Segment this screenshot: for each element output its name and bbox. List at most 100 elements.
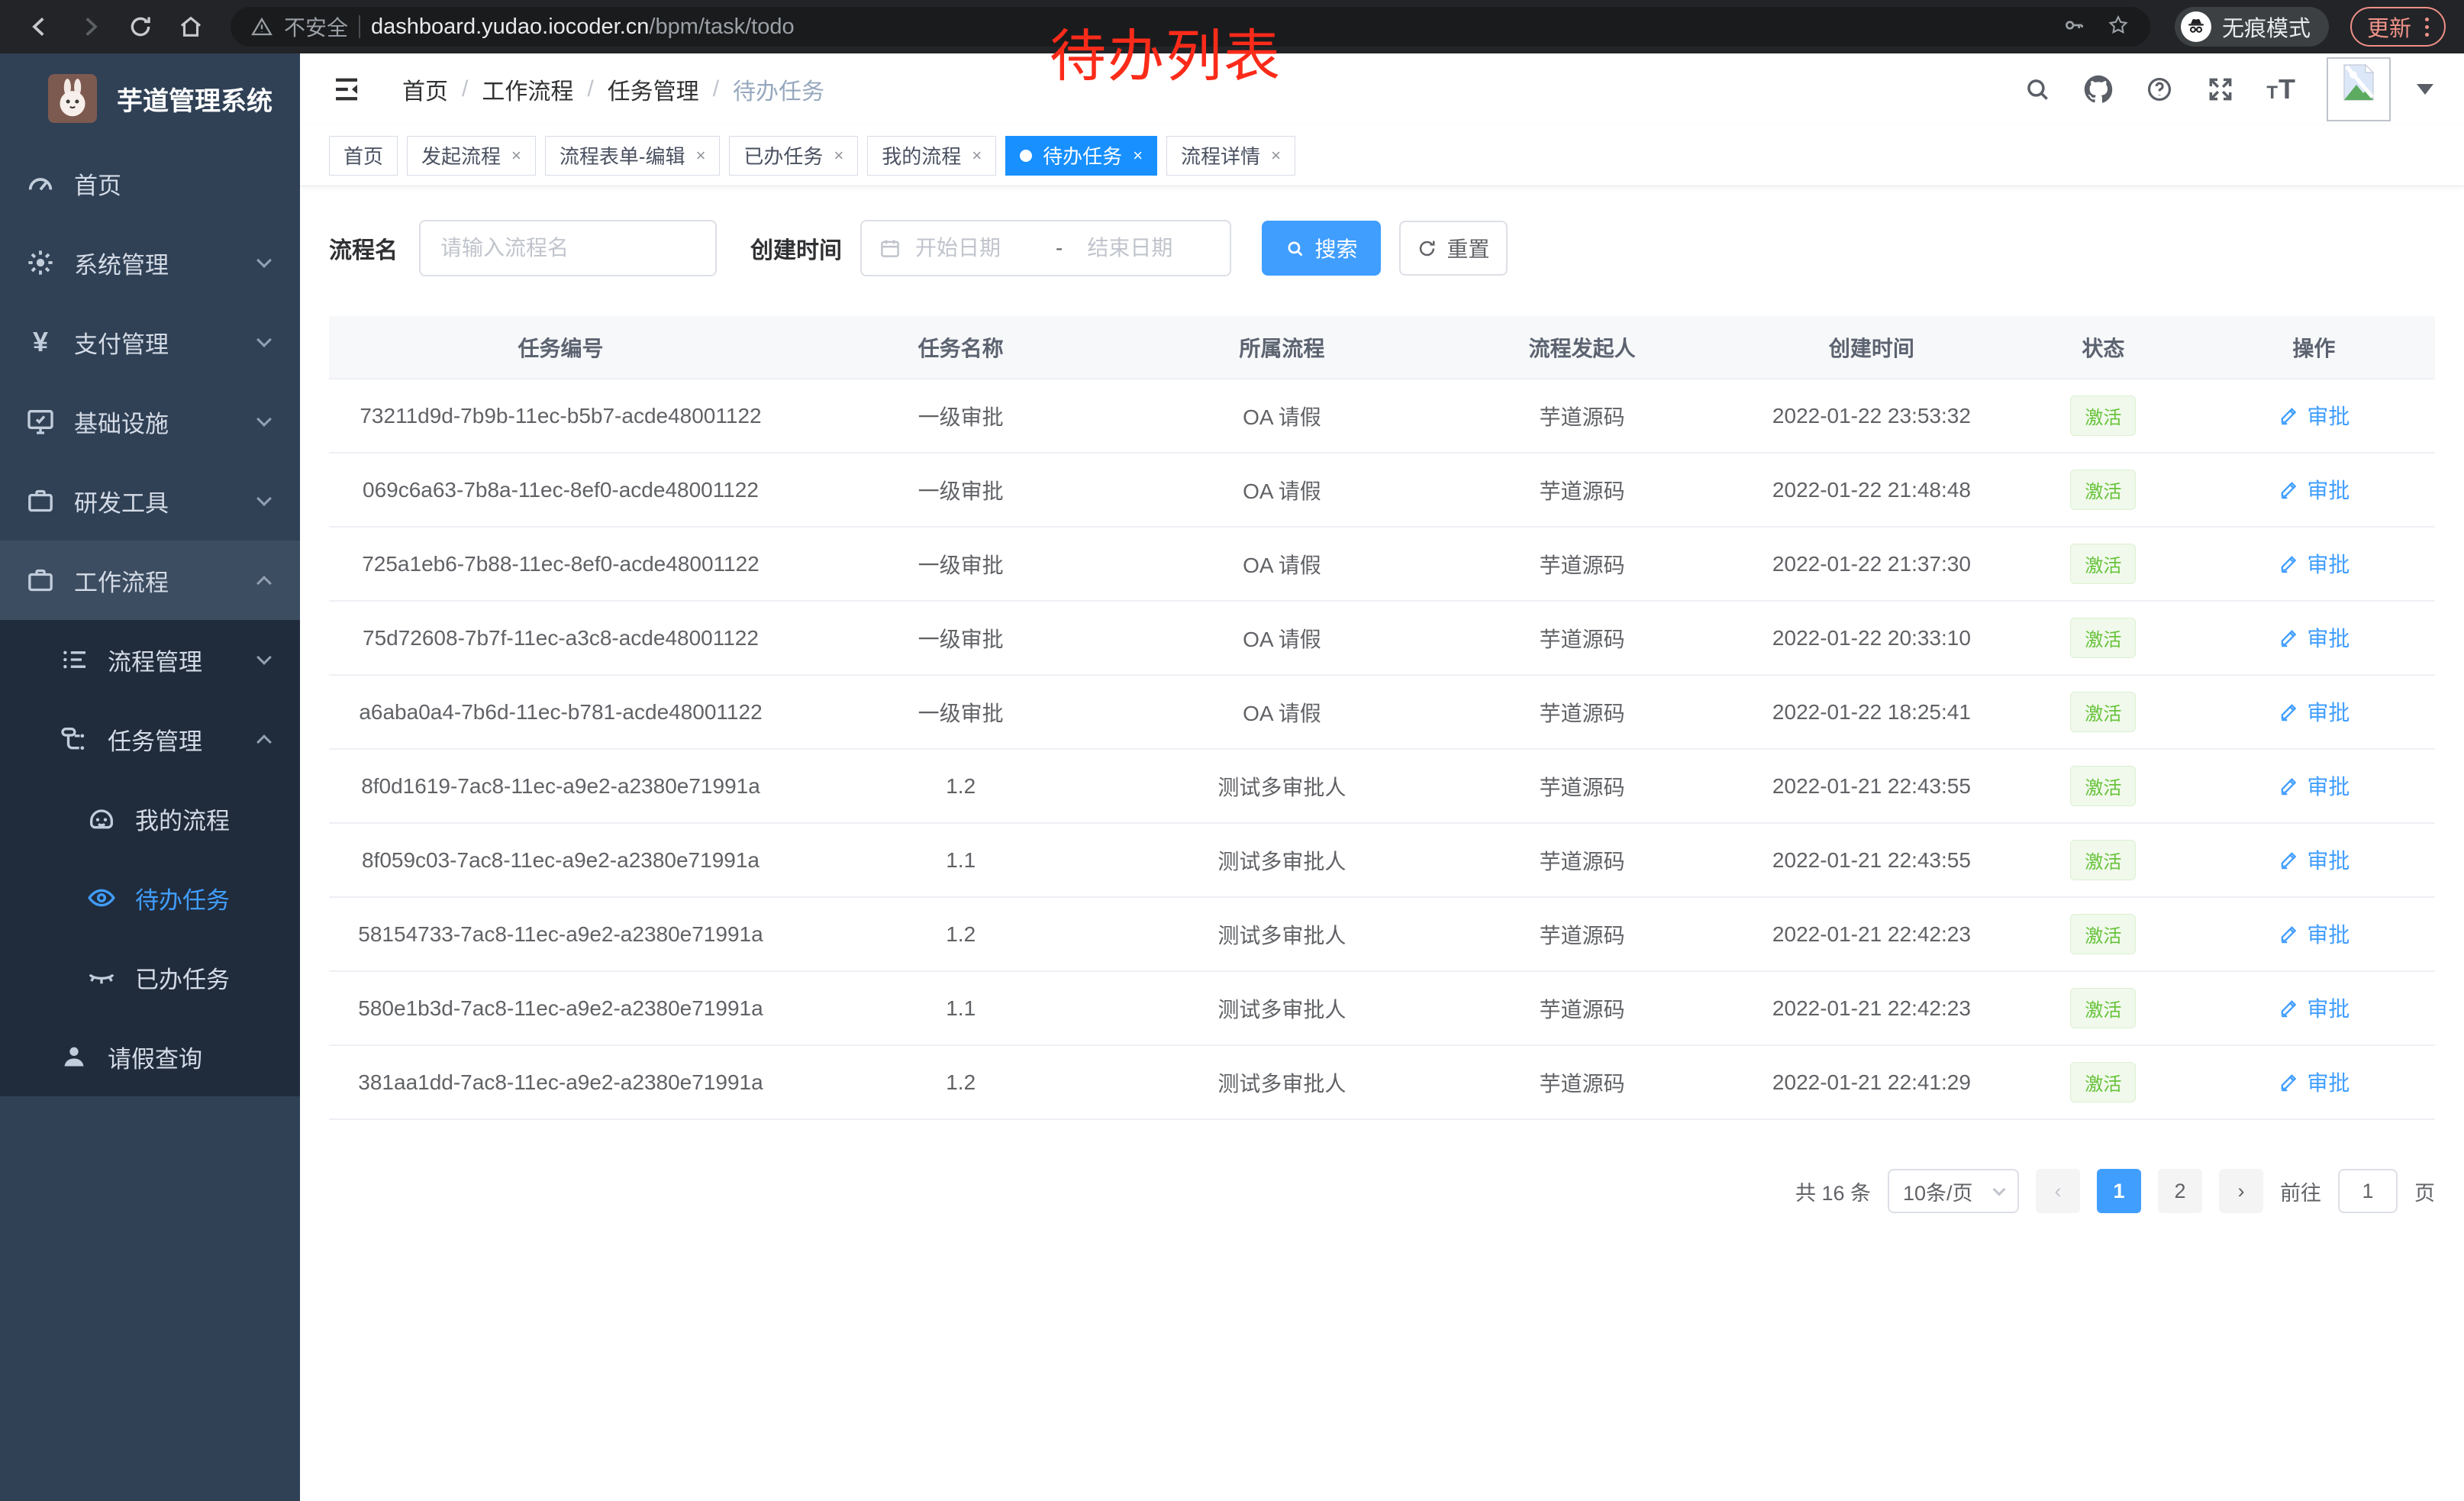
incognito-icon (2181, 11, 2211, 42)
tab-todo-tasks[interactable]: 待办任务× (1005, 136, 1157, 176)
gear-icon (25, 247, 56, 278)
cell-created: 2022-01-21 22:42:23 (1730, 971, 2014, 1045)
search-button[interactable]: 搜索 (1262, 221, 1381, 276)
tab-home[interactable]: 首页 (329, 136, 398, 176)
goto-page-input[interactable] (2338, 1169, 2398, 1213)
create-time-label: 创建时间 (750, 231, 842, 265)
start-date-input[interactable] (915, 236, 1045, 260)
approve-link[interactable]: 审批 (2278, 993, 2350, 1023)
update-label[interactable]: 更新 (2367, 11, 2411, 43)
tab-process-detail[interactable]: 流程详情× (1166, 136, 1295, 176)
sidebar-item-my-process[interactable]: 我的流程 (0, 779, 300, 858)
search-icon[interactable] (2022, 74, 2053, 105)
url-text[interactable]: dashboard.yudao.iocoder.cn/bpm/task/todo (371, 15, 795, 40)
cell-process: OA 请假 (1129, 527, 1434, 601)
status-badge: 激活 (2070, 988, 2136, 1028)
close-icon[interactable]: × (511, 146, 521, 166)
sidebar-item-system[interactable]: 系统管理 (0, 223, 300, 302)
caret-down-icon[interactable] (2417, 84, 2433, 95)
chevron-down-icon (256, 332, 272, 347)
bookmark-star-icon[interactable] (2106, 13, 2130, 41)
approve-link[interactable]: 审批 (2278, 400, 2350, 431)
close-icon[interactable]: × (1271, 146, 1281, 166)
briefcase-icon (25, 486, 56, 516)
close-icon[interactable]: × (696, 146, 706, 166)
not-secure-icon[interactable] (250, 15, 273, 38)
sidebar-item-workflow[interactable]: 工作流程 (0, 541, 300, 620)
tab-done-tasks[interactable]: 已办任务× (729, 136, 858, 176)
approve-link[interactable]: 审批 (2278, 918, 2350, 949)
date-range-picker[interactable]: - (860, 220, 1231, 276)
sidebar-item-todo-tasks[interactable]: 待办任务 (0, 858, 300, 938)
edit-icon (2278, 923, 2299, 944)
next-page-button[interactable]: › (2219, 1169, 2263, 1213)
page-button-2[interactable]: 2 (2158, 1169, 2202, 1213)
sidebar-item-leave-query[interactable]: 请假查询 (0, 1017, 300, 1096)
sidebar-item-devtools[interactable]: 研发工具 (0, 461, 300, 541)
page-unit-label: 页 (2414, 1177, 2435, 1206)
tab-form-edit[interactable]: 流程表单-编辑× (545, 136, 721, 176)
browser-update-button[interactable]: 更新 (2350, 7, 2446, 47)
status-badge: 激活 (2070, 470, 2136, 510)
font-size-icon[interactable]: TT (2266, 73, 2296, 105)
security-label[interactable]: 不安全 (284, 11, 348, 42)
cell-starter: 芋道源码 (1434, 527, 1729, 601)
sidebar-item-task-mgmt[interactable]: 任务管理 (0, 699, 300, 779)
sidebar-item-home[interactable]: 首页 (0, 144, 300, 223)
close-icon[interactable]: × (834, 146, 843, 166)
approve-link[interactable]: 审批 (2278, 770, 2350, 801)
tab-start-process[interactable]: 发起流程× (407, 136, 536, 176)
github-icon[interactable] (2083, 74, 2114, 105)
col-task-name: 任务名称 (792, 316, 1129, 379)
reload-icon[interactable] (119, 5, 162, 48)
table-row: 725a1eb6-7b88-11ec-8ef0-acde48001122 一级审… (329, 527, 2435, 601)
approve-link[interactable]: 审批 (2278, 844, 2350, 875)
forward-icon[interactable] (69, 5, 111, 48)
approve-link[interactable]: 审批 (2278, 696, 2350, 727)
sidebar-item-payment[interactable]: ¥ 支付管理 (0, 302, 300, 382)
robot-face-icon (86, 803, 117, 834)
approve-link[interactable]: 审批 (2278, 548, 2350, 579)
sidebar-item-done-tasks[interactable]: 已办任务 (0, 938, 300, 1017)
cell-status: 激活 (2014, 453, 2193, 527)
approve-link[interactable]: 审批 (2278, 622, 2350, 653)
cell-task-name: 一级审批 (792, 527, 1129, 601)
page-button-1[interactable]: 1 (2097, 1169, 2141, 1213)
menu-fold-icon[interactable] (331, 73, 364, 106)
sidebar-item-infra[interactable]: 基础设施 (0, 382, 300, 461)
close-icon[interactable]: × (972, 146, 982, 166)
home-icon[interactable] (169, 5, 212, 48)
browser-menu-icon[interactable] (2425, 18, 2429, 37)
approve-link[interactable]: 审批 (2278, 474, 2350, 505)
help-icon[interactable] (2144, 74, 2175, 105)
cell-status: 激活 (2014, 601, 2193, 675)
key-icon[interactable] (2062, 13, 2086, 41)
app-logo-row[interactable]: 芋道管理系统 (0, 53, 300, 144)
cell-starter: 芋道源码 (1434, 675, 1729, 749)
sidebar-item-process-mgmt[interactable]: 流程管理 (0, 620, 300, 699)
breadcrumb-task-mgmt[interactable]: 任务管理 (608, 73, 699, 106)
app-title: 芋道管理系统 (117, 80, 273, 118)
breadcrumb-workflow[interactable]: 工作流程 (482, 73, 573, 106)
reset-button[interactable]: 重置 (1399, 221, 1508, 276)
cell-actions: 审批 (2193, 971, 2435, 1045)
close-icon[interactable]: × (1133, 146, 1143, 166)
page-size-select[interactable]: 10条/页 (1888, 1169, 2019, 1213)
tab-my-process[interactable]: 我的流程× (867, 136, 996, 176)
end-date-input[interactable] (1087, 236, 1217, 260)
back-icon[interactable] (18, 5, 61, 48)
breadcrumb-home[interactable]: 首页 (402, 73, 448, 106)
tree-icon (59, 724, 89, 754)
cell-actions: 审批 (2193, 749, 2435, 823)
cell-starter: 芋道源码 (1434, 601, 1729, 675)
avatar[interactable] (2327, 57, 2391, 121)
eye-icon (86, 883, 117, 913)
status-badge: 激活 (2070, 618, 2136, 658)
fullscreen-icon[interactable] (2205, 74, 2236, 105)
cell-starter: 芋道源码 (1434, 823, 1729, 897)
cell-task-id: 73211d9d-7b9b-11ec-b5b7-acde48001122 (329, 379, 792, 453)
approve-link[interactable]: 审批 (2278, 1067, 2350, 1097)
prev-page-button[interactable]: ‹ (2036, 1169, 2080, 1213)
process-name-input[interactable] (419, 220, 717, 276)
cell-starter: 芋道源码 (1434, 453, 1729, 527)
